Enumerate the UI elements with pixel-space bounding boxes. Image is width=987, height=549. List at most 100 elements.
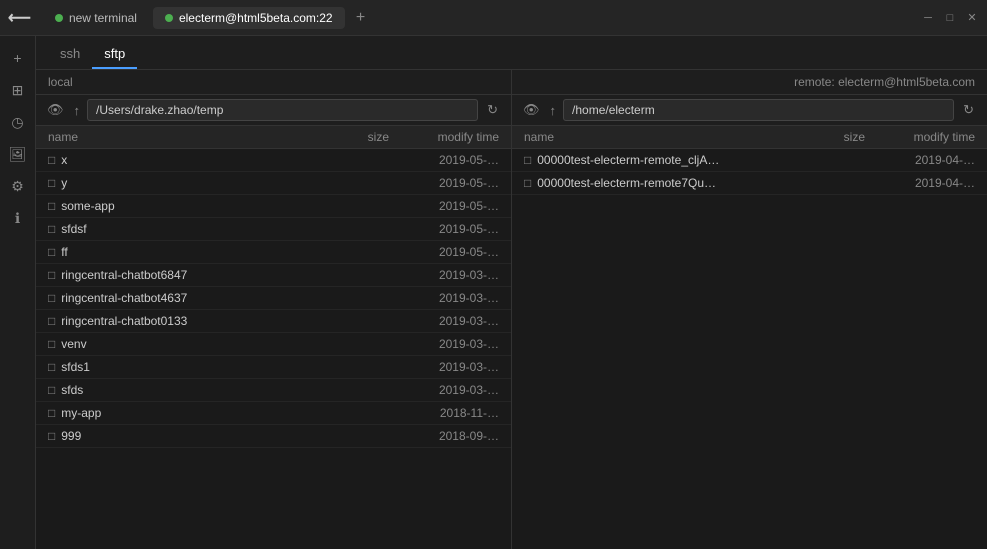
file-modify: 2019-03-… [389,360,499,374]
file-modify: 2019-05-… [389,176,499,190]
tab-label-new-terminal: new terminal [69,11,137,25]
close-button[interactable]: ✕ [965,11,979,25]
remote-label: remote: electerm@html5beta.com [512,70,987,94]
file-name: 999 [61,429,289,443]
file-name: y [61,176,289,190]
list-item[interactable]: □ ringcentral-chatbot0133 2019-03-… [36,310,511,333]
file-modify: 2019-03-… [389,268,499,282]
remote-up-icon[interactable]: ↑ [547,101,560,120]
folder-icon: □ [48,176,55,190]
local-refresh-button[interactable]: ↻ [482,99,503,121]
local-label: local [36,70,512,94]
folder-icon: □ [48,153,55,167]
remote-panel: 👁 ↑ ↻ name size modify time □ 00000test-… [512,95,987,549]
folder-icon: □ [48,406,55,420]
file-name: ringcentral-chatbot4637 [61,291,289,305]
maximize-button[interactable]: □ [943,11,957,25]
local-up-icon[interactable]: ↑ [71,101,84,120]
tab-electerm[interactable]: electerm@html5beta.com:22 [153,7,345,29]
folder-icon: □ [524,176,531,190]
file-modify: 2019-04-… [865,153,975,167]
tab-sftp[interactable]: sftp [92,42,137,69]
file-modify: 2019-03-… [389,314,499,328]
list-item[interactable]: □ 999 2018-09-… [36,425,511,448]
sidebar: + ⊞ ◷ 🖼 ⚙ ℹ [0,36,36,549]
file-name: 00000test-electerm-remote_cljA… [537,153,765,167]
sidebar-icon-add[interactable]: + [4,44,32,72]
folder-icon: □ [48,314,55,328]
tab-dot-electerm [165,14,173,22]
folder-icon: □ [48,199,55,213]
file-name: my-app [61,406,289,420]
minimize-button[interactable]: ─ [921,11,935,25]
file-modify: 2019-03-… [389,337,499,351]
folder-icon: □ [48,360,55,374]
list-item[interactable]: □ ff 2019-05-… [36,241,511,264]
file-name: some-app [61,199,289,213]
file-name: 00000test-electerm-remote7Qu… [537,176,765,190]
list-item[interactable]: □ y 2019-05-… [36,172,511,195]
file-modify: 2018-09-… [389,429,499,443]
local-file-list-header: name size modify time [36,126,511,149]
sidebar-icon-files[interactable]: ⊞ [4,76,32,104]
file-name: ringcentral-chatbot0133 [61,314,289,328]
remote-col-modify: modify time [865,130,975,144]
tab-ssh[interactable]: ssh [48,42,92,69]
list-item[interactable]: □ x 2019-05-… [36,149,511,172]
list-item[interactable]: □ 00000test-electerm-remote7Qu… 2019-04-… [512,172,987,195]
list-item[interactable]: □ sfdsf 2019-05-… [36,218,511,241]
file-name: ringcentral-chatbot6847 [61,268,289,282]
sidebar-icon-image[interactable]: 🖼 [4,140,32,168]
file-modify: 2019-05-… [389,245,499,259]
local-eye-icon[interactable]: 👁 [44,100,67,120]
remote-file-list: □ 00000test-electerm-remote_cljA… 2019-0… [512,149,987,549]
remote-col-name: name [524,130,765,144]
list-item[interactable]: □ ringcentral-chatbot6847 2019-03-… [36,264,511,287]
folder-icon: □ [48,268,55,282]
list-item[interactable]: □ some-app 2019-05-… [36,195,511,218]
file-name: sfdsf [61,222,289,236]
remote-refresh-button[interactable]: ↻ [958,99,979,121]
file-modify: 2019-05-… [389,199,499,213]
folder-icon: □ [524,153,531,167]
list-item[interactable]: □ my-app 2018-11-… [36,402,511,425]
sidebar-icon-info[interactable]: ℹ [4,204,32,232]
file-name: sfds1 [61,360,289,374]
sidebar-icon-settings[interactable]: ⚙ [4,172,32,200]
file-modify: 2019-05-… [389,222,499,236]
local-path-input[interactable] [87,99,478,121]
list-item[interactable]: □ 00000test-electerm-remote_cljA… 2019-0… [512,149,987,172]
list-item[interactable]: □ sfds 2019-03-… [36,379,511,402]
tab-dot-new-terminal [55,14,63,22]
file-modify: 2019-03-… [389,383,499,397]
local-path-row: 👁 ↑ ↻ [36,95,511,126]
remote-col-size: size [765,130,865,144]
app-logo: ⟵ [8,8,31,28]
file-modify: 2018-11-… [389,406,499,420]
list-item[interactable]: □ sfds1 2019-03-… [36,356,511,379]
file-modify: 2019-04-… [865,176,975,190]
local-col-size: size [289,130,389,144]
file-modify: 2019-03-… [389,291,499,305]
local-file-list: □ x 2019-05-… □ y 2019-05-… □ some-app 2… [36,149,511,549]
local-col-name: name [48,130,289,144]
list-item[interactable]: □ ringcentral-chatbot4637 2019-03-… [36,287,511,310]
file-name: venv [61,337,289,351]
local-col-modify: modify time [389,130,499,144]
list-item[interactable]: □ venv 2019-03-… [36,333,511,356]
new-tab-button[interactable]: + [349,6,373,30]
folder-icon: □ [48,383,55,397]
file-name: x [61,153,289,167]
remote-file-list-header: name size modify time [512,126,987,149]
file-modify: 2019-05-… [389,153,499,167]
remote-eye-icon[interactable]: 👁 [520,100,543,120]
folder-icon: □ [48,429,55,443]
protocol-tabs: ssh sftp [36,36,987,70]
window-controls: ─ □ ✕ [921,11,979,25]
folder-icon: □ [48,337,55,351]
remote-path-input[interactable] [563,99,954,121]
sidebar-icon-history[interactable]: ◷ [4,108,32,136]
folder-icon: □ [48,291,55,305]
title-bar: ⟵ new terminal electerm@html5beta.com:22… [0,0,987,36]
tab-new-terminal[interactable]: new terminal [43,7,149,29]
